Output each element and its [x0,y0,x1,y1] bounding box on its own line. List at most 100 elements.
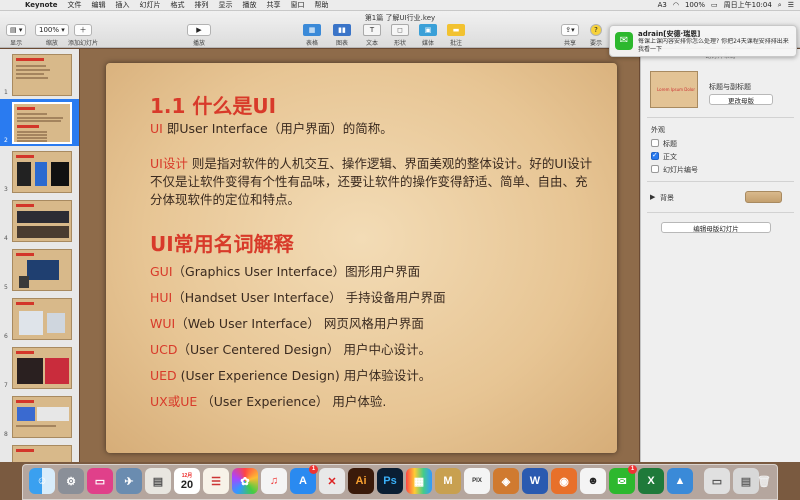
illustrator-icon[interactable]: Ai [348,468,374,494]
notification-body: 每课上课内容安排你怎么处理? 你把24天课程安排排出来我看一下 [638,38,789,53]
slide-thumbnail-2[interactable]: 2 [0,99,79,146]
pixcake-icon[interactable]: PIX [464,468,490,494]
chart-icon[interactable]: ▮▮ [333,24,351,36]
table-label: 表格 [305,40,318,47]
menu-view[interactable]: 显示 [214,0,238,10]
wifi-icon[interactable]: ◠ [673,1,679,9]
battery-percent[interactable]: 100% [685,1,705,9]
notification-center-icon[interactable]: ☰ [788,1,794,9]
excel-icon[interactable]: X [638,468,664,494]
slide-canvas[interactable]: 1.1 什么是UI UI 即User Interface（用户界面）的简称。 U… [80,49,639,462]
current-slide[interactable]: 1.1 什么是UI UI 即User Interface（用户界面）的简称。 U… [106,63,617,453]
wechat-notification[interactable]: ✉ adrain[安德·瑞恩] 每课上课内容安排你怎么处理? 你把24天课程安排… [609,25,797,57]
archive-icon[interactable]: ◈ [493,468,519,494]
tips-button[interactable]: ? [590,24,602,36]
slide-thumbnail-6[interactable]: 6 [0,295,79,342]
menu-slide[interactable]: 幻灯片 [135,0,166,10]
monitor-icon[interactable]: ▭ [87,468,113,494]
text-control: T 文本 [363,24,381,47]
term-abbr: WUI [150,316,176,331]
slide-thumbnail-9[interactable] [0,442,79,462]
slide-paragraph-ui-design[interactable]: UI设计 则是指对软件的人机交互、操作逻辑、界面美观的整体设计。好的UI设计 [150,155,592,172]
title-checkbox[interactable] [651,139,659,147]
status-area: A3 ◠ 100% ▭ 周日上午10:04 ⌕ ☰ [658,0,800,10]
menu-share[interactable]: 共享 [262,0,286,10]
slide-thumbnail-7[interactable]: 7 [0,344,79,391]
keynote-icon[interactable]: ▲ [667,468,693,494]
background-heading: 背景 [660,194,674,202]
slide-line-ui-definition[interactable]: UI 即User Interface（用户界面）的简称。 [150,120,393,137]
menu-format[interactable]: 格式 [166,0,190,10]
qq-icon[interactable]: ☻ [580,468,606,494]
wechat-dock-icon[interactable]: ✉ 1 [609,465,637,494]
menu-help[interactable]: 帮助 [310,0,334,10]
app-store-icon[interactable]: A1 [290,465,318,494]
trash-icon[interactable]: 🗑 [751,468,777,494]
slide-thumbnail-8[interactable]: 8 [0,393,79,440]
xmind-icon[interactable]: ✕ [319,468,345,494]
contacts-icon[interactable]: ▤ [145,468,171,494]
launchpad-icon[interactable]: ✈ [116,468,142,494]
media-icon[interactable]: ▣ [419,24,437,36]
term-row-ucd[interactable]: UCD（User Centered Design） 用户中心设计。 [150,341,431,358]
photos-icon[interactable]: ✿ [232,468,258,494]
edit-master-slide-button[interactable]: 编辑母版幻灯片 [661,222,771,233]
input-method-indicator[interactable]: A3 [658,1,667,9]
preview-window-icon[interactable]: ▭ [704,468,730,494]
clock[interactable]: 周日上午10:04 [724,0,772,10]
master-preview[interactable]: Lorem Ipsum Dolor [650,71,698,108]
slide-number: 3 [4,186,8,193]
body-checkbox[interactable] [651,151,659,160]
zoom-select[interactable]: 100% ▾ [35,24,69,36]
mweb-icon[interactable]: M [435,468,461,494]
term-row-gui[interactable]: GUI（Graphics User Interface）图形用户界面 [150,263,420,280]
slide-number-checkbox-label: 幻灯片编号 [663,166,698,174]
view-button[interactable]: ▤ ▾ [6,24,27,36]
menu-file[interactable]: 文件 [63,0,87,10]
menu-edit[interactable]: 编辑 [87,0,111,10]
slide-thumbnail-5[interactable]: 5 [0,246,79,293]
firefox-icon[interactable]: ◉ [551,468,577,494]
comment-icon[interactable]: ▬ [447,24,465,36]
term-abbr: UCD [150,342,178,357]
system-preferences-icon[interactable]: ⚙ [58,468,84,494]
slide-heading-ui-terms[interactable]: UI常用名词解释 [150,228,294,257]
menu-arrange[interactable]: 排列 [190,0,214,10]
notes-icon[interactable]: ☰ [203,468,229,494]
add-slide-button[interactable]: ＋ [74,24,92,36]
share-button[interactable]: ⇪▾ [561,24,579,36]
background-color-well[interactable] [745,191,782,203]
comment-label: 批注 [449,40,462,47]
change-master-button[interactable]: 更改母版 [709,94,773,105]
text-icon[interactable]: T [363,24,381,36]
photoshop-icon[interactable]: Ps [377,468,403,494]
term-row-ued[interactable]: UED (User Experience Design) 用户体验设计。 [150,367,431,384]
title-checkbox-label: 标题 [663,140,677,148]
slide-thumbnail-1[interactable]: 1 [0,51,79,98]
finder-icon[interactable]: ☺ [29,468,55,494]
color-app-icon[interactable]: ▦ [406,468,432,494]
term-row-hui[interactable]: HUI（Handset User Interface） 手持设备用户界面 [150,289,446,306]
slide-thumbnail-3[interactable]: 3 [0,148,79,195]
slide-number-checkbox[interactable] [651,165,659,173]
menu-bar: Keynote 文件 编辑 插入 幻灯片 格式 排列 显示 播放 共享 窗口 帮… [0,0,800,11]
menu-insert[interactable]: 插入 [111,0,135,10]
menu-app-keynote[interactable]: Keynote [20,1,63,9]
term-row-wui[interactable]: WUI（Web User Interface） 网页风格用户界面 [150,315,424,332]
play-label: 播放 [192,40,205,47]
media-label: 媒体 [421,40,434,47]
term-row-ux[interactable]: UX或UE （User Experience） 用户体验. [150,393,386,410]
table-icon[interactable]: ▦ [303,24,321,36]
calendar-icon[interactable]: 12月 20 [174,468,200,494]
search-icon[interactable]: ⌕ [778,1,782,10]
menu-window[interactable]: 窗口 [286,0,310,10]
menu-play[interactable]: 播放 [238,0,262,10]
disclosure-triangle-icon[interactable]: ▶ [650,193,655,201]
play-button[interactable]: ▶ [187,24,211,36]
slide-thumbnail-4[interactable]: 4 [0,197,79,244]
itunes-icon[interactable]: ♫ [261,468,287,494]
slide-heading-what-is-ui[interactable]: 1.1 什么是UI [150,90,276,119]
shape-icon[interactable]: ◻ [391,24,409,36]
battery-icon[interactable]: ▭ [711,1,718,9]
word-icon[interactable]: W [522,468,548,494]
